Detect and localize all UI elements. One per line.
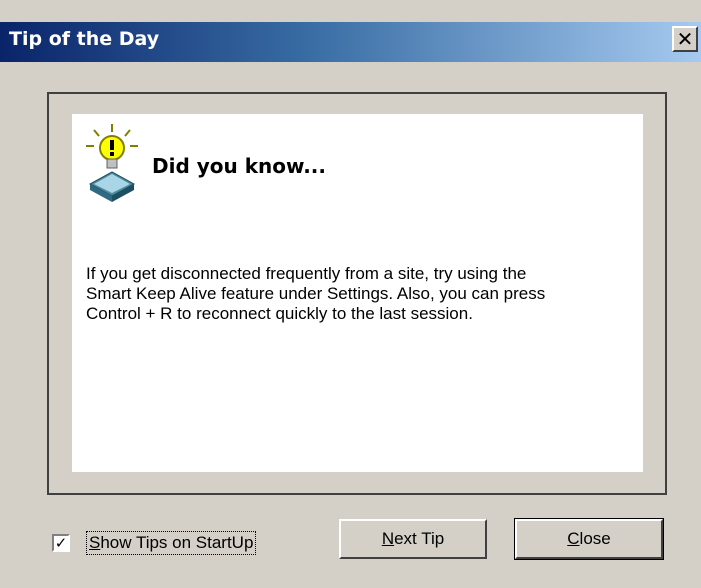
tip-of-the-day-dialog: Tip of the Day ✕ Did you know... If you …	[0, 0, 701, 588]
close-label: Close	[567, 529, 611, 548]
tip-heading: Did you know...	[152, 154, 326, 178]
next-tip-label: Next Tip	[381, 529, 445, 548]
close-button[interactable]: Close	[514, 518, 664, 560]
show-tips-checkbox-row[interactable]: ✓ Show Tips on StartUp	[52, 531, 257, 555]
close-icon: ✕	[676, 27, 694, 51]
tip-panel: Did you know... If you get disconnected …	[72, 114, 643, 472]
tip-panel-frame: Did you know... If you get disconnected …	[47, 92, 667, 495]
checkmark-icon: ✓	[54, 534, 68, 552]
window-title: Tip of the Day	[9, 28, 160, 50]
close-window-button[interactable]: ✕	[672, 26, 698, 52]
show-tips-label[interactable]: Show Tips on StartUp	[86, 531, 257, 555]
tip-body: If you get disconnected frequently from …	[86, 264, 546, 323]
lightbulb-icon	[86, 124, 138, 202]
title-bar[interactable]: Tip of the Day ✕	[0, 22, 701, 62]
show-tips-checkbox[interactable]: ✓	[52, 534, 70, 552]
next-tip-button[interactable]: Next Tip	[339, 519, 487, 559]
